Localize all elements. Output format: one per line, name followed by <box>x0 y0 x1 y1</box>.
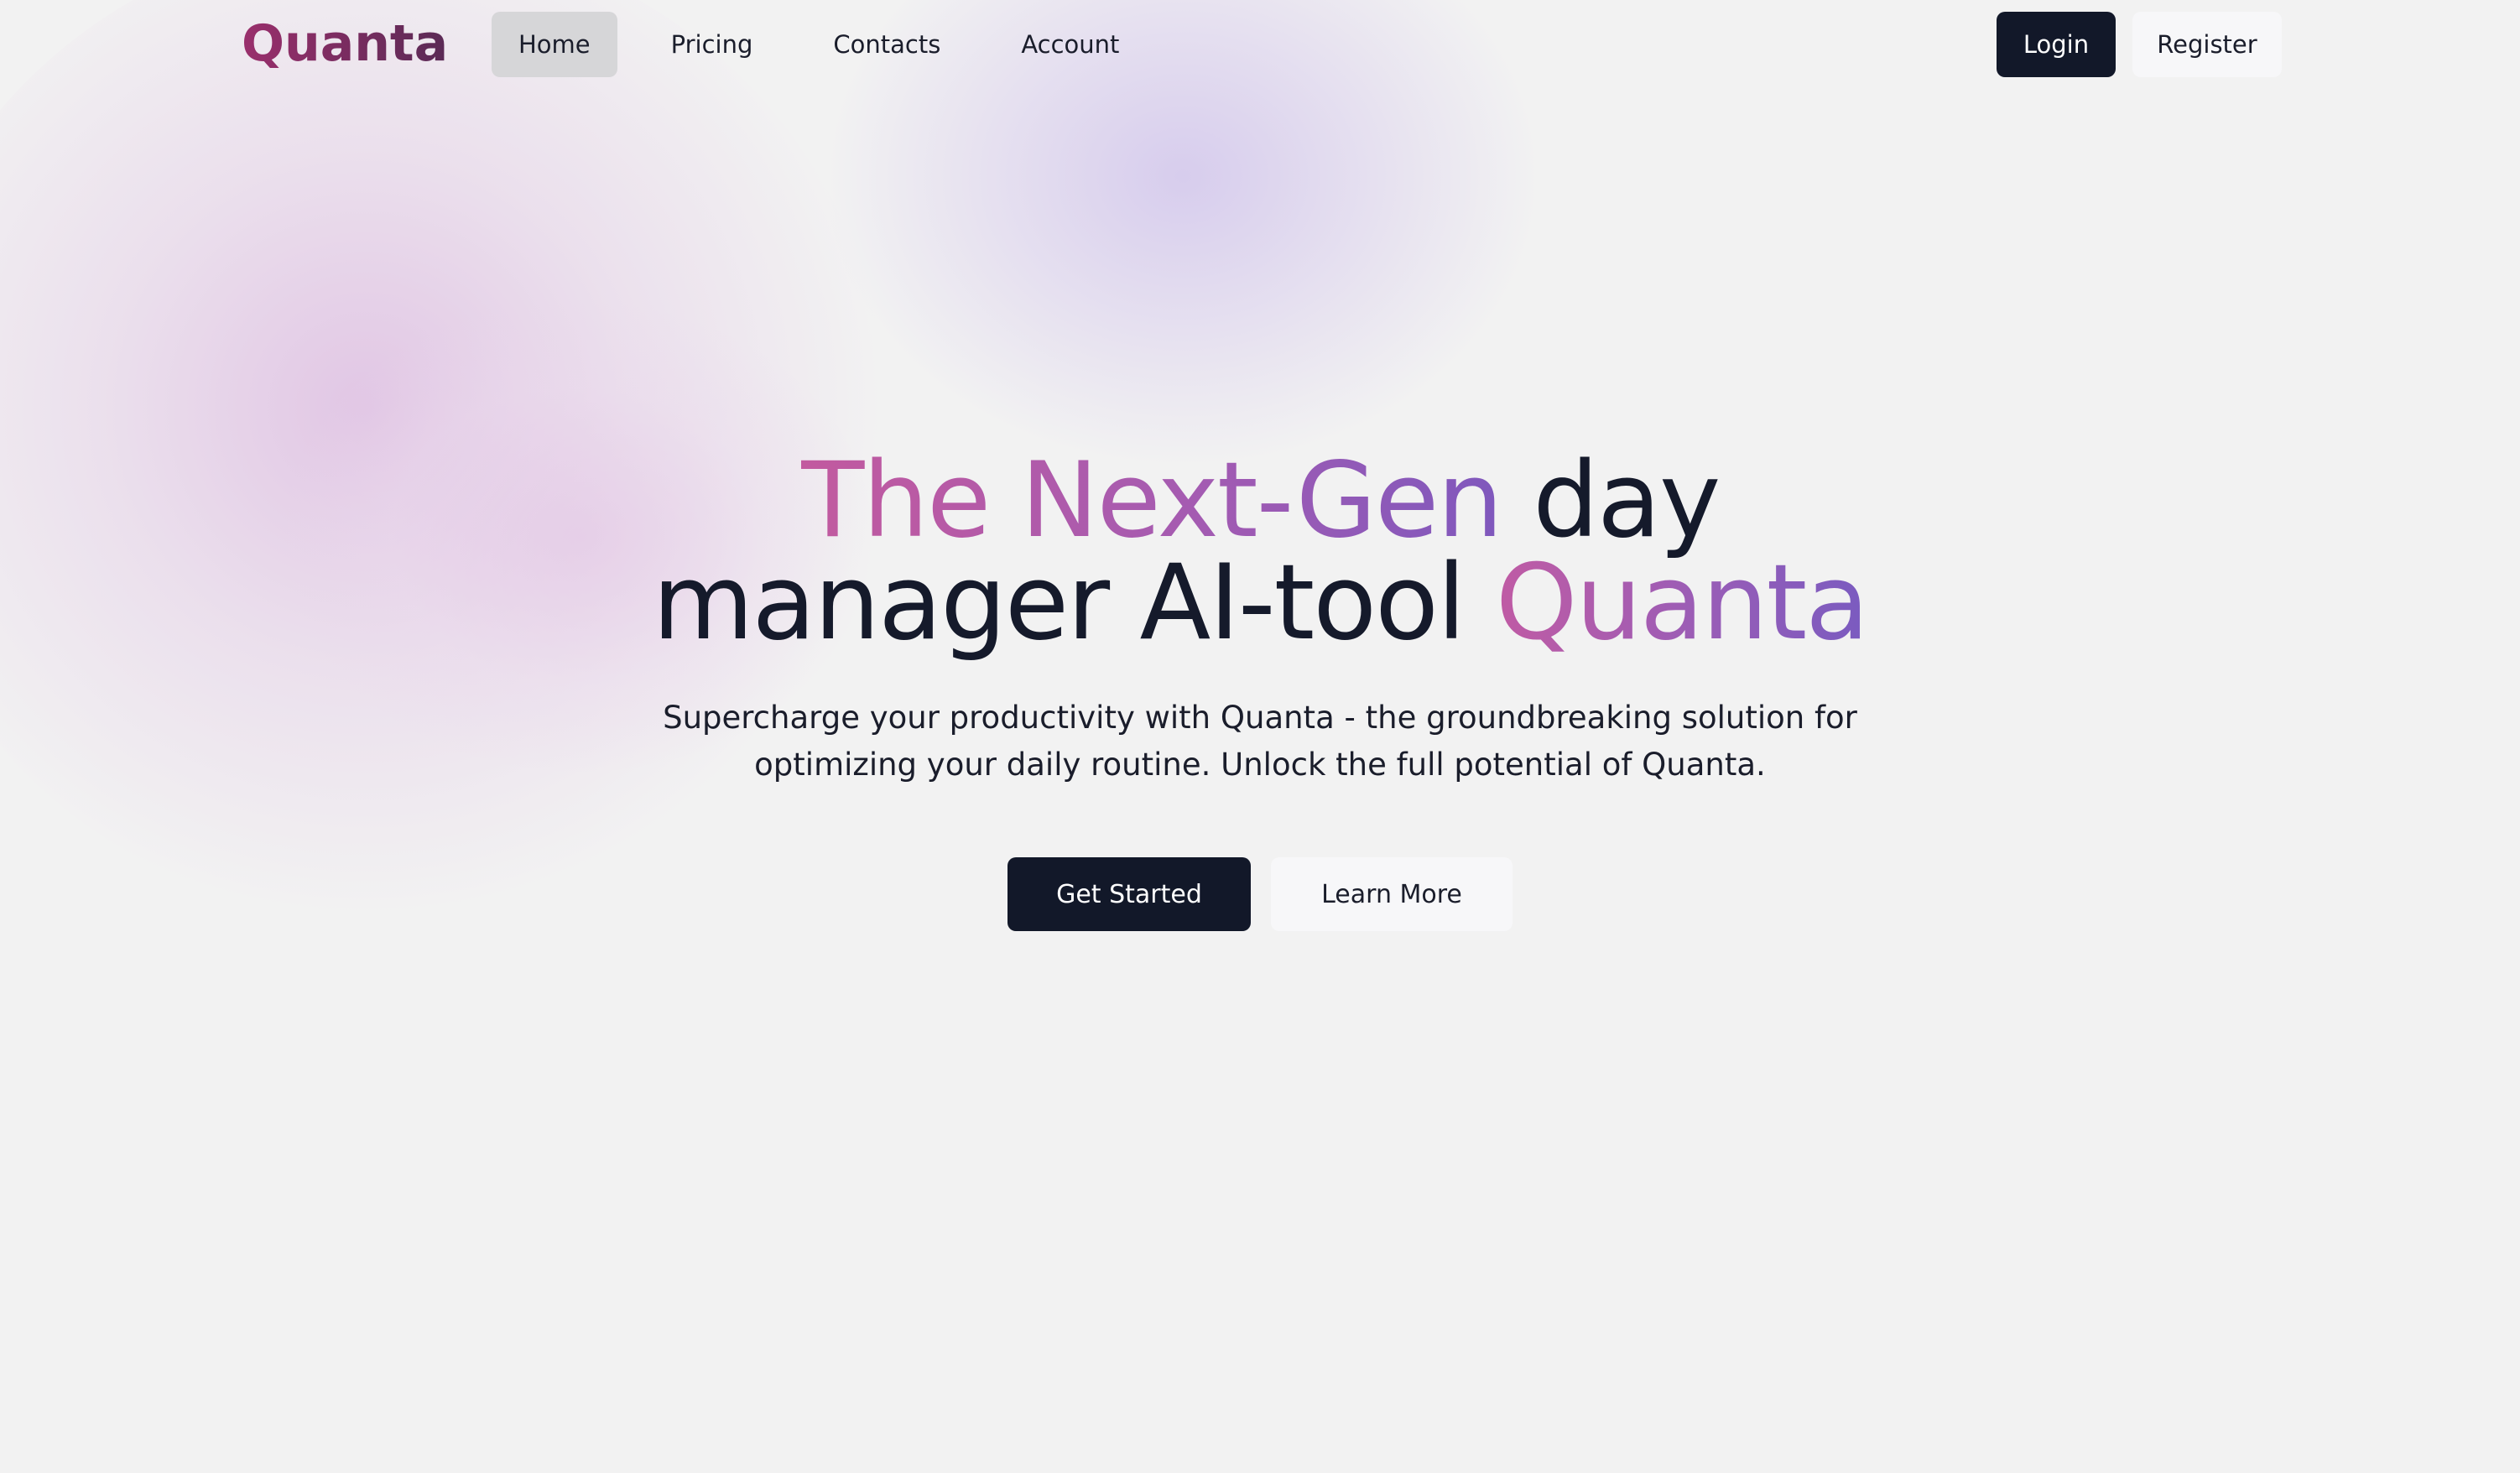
nav-link-pricing[interactable]: Pricing <box>644 12 780 77</box>
nav-link-home[interactable]: Home <box>492 12 617 77</box>
learn-more-button[interactable]: Learn More <box>1271 857 1513 931</box>
login-button[interactable]: Login <box>1997 12 2116 77</box>
hero-subtitle: Supercharge your productivity with Quant… <box>663 700 1857 783</box>
top-navbar: Quanta Home Pricing Contacts Account Log… <box>0 0 2520 89</box>
nav-link-contacts[interactable]: Contacts <box>806 12 967 77</box>
auth-buttons: Login Register <box>1997 12 2282 77</box>
hero-cta-group: Get Started Learn More <box>0 857 2520 931</box>
main-nav: Home Pricing Contacts Account <box>492 12 1173 77</box>
hero-title-highlight-2: Quanta <box>1495 543 1869 664</box>
nav-link-account[interactable]: Account <box>994 12 1146 77</box>
get-started-button[interactable]: Get Started <box>1007 857 1251 931</box>
register-button[interactable]: Register <box>2132 12 2282 77</box>
hero-title-text-2: manager AI-tool <box>652 543 1496 664</box>
brand-logo[interactable]: Quanta <box>242 13 448 74</box>
hero-title: The Next-Gen day manager AI-tool Quanta <box>0 449 2520 655</box>
